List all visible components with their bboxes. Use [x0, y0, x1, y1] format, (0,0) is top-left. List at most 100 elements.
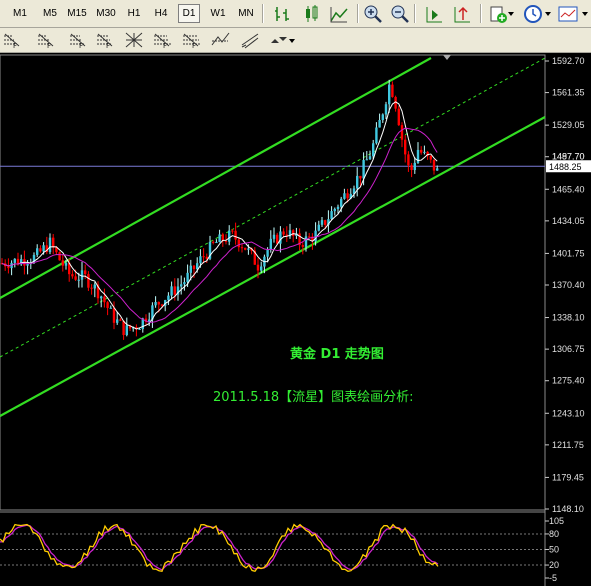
- candle-body: [42, 245, 45, 252]
- candle-body: [116, 319, 119, 323]
- stochastic-signal-line: [0, 524, 439, 571]
- candle-body: [432, 159, 436, 171]
- toolbar-separator: [414, 4, 416, 23]
- chevron-down-icon[interactable]: [508, 12, 514, 16]
- timeframe-m5-button[interactable]: M5: [40, 4, 60, 23]
- new-order-icon[interactable]: [487, 3, 509, 25]
- candle-body: [119, 319, 122, 321]
- candle-body: [362, 160, 365, 179]
- channel-upper-line[interactable]: [0, 57, 432, 299]
- price-chart[interactable]: 1592.701561.351529.051497.701465.401434.…: [0, 54, 591, 586]
- timeframe-d1-button[interactable]: D1: [178, 4, 200, 23]
- toolbar-separator: [480, 4, 482, 23]
- candle-body: [90, 287, 93, 289]
- timeframe-mn-button[interactable]: MN: [236, 4, 256, 23]
- candle-body: [381, 114, 384, 121]
- price-tick-label: 1529.05: [552, 120, 585, 130]
- candle-body: [26, 264, 29, 266]
- candle-body: [407, 154, 410, 166]
- candle-body: [183, 282, 186, 285]
- chevron-down-icon[interactable]: [289, 39, 295, 43]
- chart-shift-icon[interactable]: [423, 3, 445, 25]
- fibo-channel-icon[interactable]: F: [152, 31, 172, 49]
- chevron-down-icon[interactable]: [582, 12, 588, 16]
- candle-body: [359, 175, 362, 179]
- candle-body: [224, 240, 228, 242]
- svg-text:F: F: [13, 42, 17, 49]
- candle-body: [186, 272, 189, 283]
- svg-text:F: F: [163, 42, 167, 49]
- price-tick-label: 1148.10: [552, 504, 584, 514]
- main-toolbar: M1 M5 M15 M30 H1 H4 D1 W1 MN: [0, 0, 591, 28]
- candle-body: [138, 329, 141, 331]
- candle-body: [180, 284, 183, 287]
- candle-body: [93, 284, 96, 289]
- timeframe-m1-button[interactable]: M1: [10, 4, 30, 23]
- candlestick-icon[interactable]: [300, 3, 322, 25]
- candle-body: [218, 234, 221, 243]
- chart-shift-marker[interactable]: [443, 55, 451, 60]
- candle-body: [436, 168, 439, 171]
- candle-body: [228, 230, 231, 242]
- timeframe-h4-button[interactable]: H4: [152, 4, 170, 23]
- candle-body: [157, 302, 160, 305]
- candle-body: [167, 295, 170, 301]
- fibo-fan-icon[interactable]: F: [36, 31, 56, 49]
- price-tick-label: 1434.05: [552, 216, 585, 226]
- candle-body: [397, 108, 400, 126]
- candle-body: [372, 143, 375, 157]
- timeframe-w1-button[interactable]: W1: [208, 4, 228, 23]
- candle-body: [7, 266, 10, 269]
- candle-body: [266, 249, 269, 257]
- price-tick-label: 1370.40: [552, 280, 585, 290]
- candle-body: [256, 264, 260, 271]
- candle-body: [388, 84, 391, 105]
- candle-body: [324, 220, 327, 225]
- candle-body: [260, 266, 263, 271]
- candle-body: [391, 84, 394, 97]
- fibo-arcs-icon[interactable]: F: [68, 31, 88, 49]
- current-price-label: 1488.25: [549, 162, 582, 172]
- candle-body: [346, 193, 349, 199]
- templates-icon[interactable]: [557, 3, 579, 25]
- indicator-tick-label: 20: [549, 560, 559, 570]
- line-chart-icon[interactable]: [328, 3, 350, 25]
- timeframe-m15-button[interactable]: M15: [66, 4, 88, 23]
- candle-body: [375, 127, 378, 144]
- candle-body: [122, 320, 125, 336]
- channel-mid-line[interactable]: [0, 57, 546, 358]
- indicator-tick-label: -5: [549, 573, 557, 583]
- candle-body: [196, 263, 199, 270]
- auto-scroll-icon[interactable]: [451, 3, 473, 25]
- regression-channel-icon[interactable]: [210, 31, 230, 49]
- candle-body: [343, 193, 346, 199]
- bar-chart-icon[interactable]: [272, 3, 294, 25]
- candle-body: [333, 208, 336, 212]
- price-tick-label: 1465.40: [552, 184, 585, 194]
- andrews-pitchfork-icon[interactable]: F: [181, 31, 201, 49]
- price-tick-label: 1401.75: [552, 248, 585, 258]
- arrows-icon[interactable]: [268, 31, 288, 49]
- candle-body: [378, 120, 381, 128]
- std-deviation-icon[interactable]: [240, 31, 260, 49]
- zoom-in-icon[interactable]: [362, 3, 384, 25]
- timeframe-m30-button[interactable]: M30: [94, 4, 118, 23]
- drawing-toolbar: FFFFFF: [0, 28, 591, 53]
- fibo-retracement-icon[interactable]: F: [2, 31, 22, 49]
- chevron-down-icon[interactable]: [545, 12, 551, 16]
- candle-body: [74, 276, 77, 280]
- price-tick-label: 1211.75: [552, 440, 584, 450]
- candle-body: [231, 230, 234, 232]
- candle-body: [356, 175, 359, 189]
- gann-grid-icon[interactable]: [124, 31, 144, 49]
- fibo-grid-icon[interactable]: F: [95, 31, 115, 49]
- candle-body: [420, 149, 423, 153]
- zoom-out-icon[interactable]: [389, 3, 411, 25]
- candle-body: [84, 270, 87, 275]
- candle-body: [71, 274, 74, 277]
- candle-body: [317, 224, 320, 231]
- history-icon[interactable]: [523, 3, 545, 25]
- indicator-tick-label: 80: [549, 529, 559, 539]
- timeframe-h1-button[interactable]: H1: [125, 4, 143, 23]
- indicator-tick-label: 105: [549, 516, 564, 526]
